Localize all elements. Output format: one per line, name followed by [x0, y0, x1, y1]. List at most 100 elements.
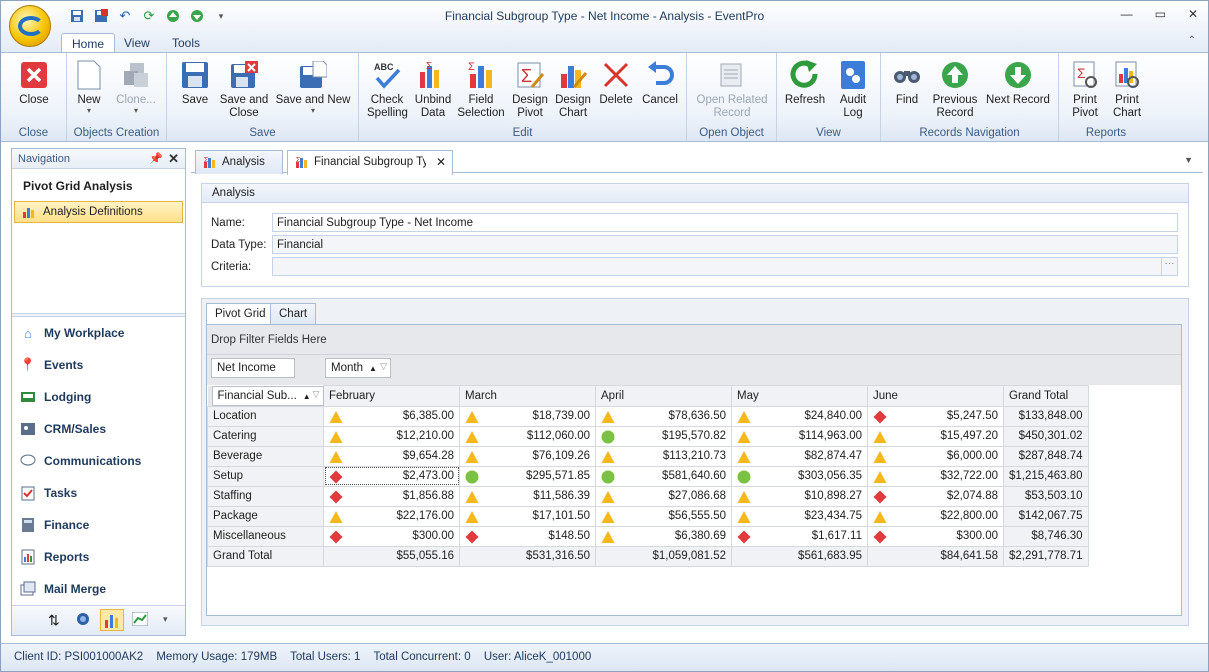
check-spelling-button[interactable]: ABC Check Spelling	[367, 59, 408, 120]
cancel-button[interactable]: Cancel	[639, 59, 681, 107]
nav-item-mail-merge[interactable]: Mail Merge	[20, 578, 106, 600]
grand-total-label[interactable]: Grand Total	[207, 545, 324, 567]
nav-item-events[interactable]: 📍 Events	[20, 354, 83, 376]
print-chart-button[interactable]: Print Chart	[1107, 59, 1147, 120]
column-header[interactable]: April	[595, 385, 732, 407]
grand-total-cell[interactable]: $2,291,778.71	[1003, 545, 1089, 567]
column-header[interactable]: March	[459, 385, 596, 407]
close-window-icon[interactable]: ✕	[1188, 7, 1198, 21]
nav-item-communications[interactable]: Communications	[20, 450, 141, 472]
pivot-cell[interactable]: $6,385.00	[323, 405, 460, 427]
previous-record-button[interactable]: Previous Record	[931, 59, 979, 120]
delete-button[interactable]: Delete	[597, 59, 635, 107]
pivot-cell[interactable]: $10,898.27	[731, 485, 868, 507]
filter-icon[interactable]: ▽	[380, 361, 387, 372]
splitter[interactable]	[12, 313, 185, 317]
pivot-cell[interactable]: $581,640.60	[595, 465, 732, 487]
pivot-cell[interactable]: $23,434.75	[731, 505, 868, 527]
row-header[interactable]: Miscellaneous	[207, 525, 324, 547]
next-record-button[interactable]: Next Record	[983, 59, 1053, 107]
tab-pivot-grid[interactable]: Pivot Grid	[206, 303, 275, 325]
tab-list-dropdown-icon[interactable]: ▼	[1184, 155, 1193, 165]
pivot-cell[interactable]: $5,247.50	[867, 405, 1004, 427]
row-field-financial-subgroup[interactable]: Financial Sub... ▲ ▽	[211, 385, 324, 406]
filter-drop-area[interactable]: Drop Filter Fields Here	[207, 325, 1181, 355]
doc-tab-analysis[interactable]: Σ Analysis	[195, 150, 283, 174]
design-chart-button[interactable]: Design Chart	[553, 59, 593, 120]
row-grand-total[interactable]: $287,848.74	[1003, 445, 1089, 467]
nav-item-tasks[interactable]: Tasks	[20, 482, 77, 504]
pivot-cell[interactable]: $2,074.88	[867, 485, 1004, 507]
pivot-cell[interactable]: $6,380.69	[595, 525, 732, 547]
pivot-cell[interactable]: $114,963.00	[731, 425, 868, 447]
pivot-cell[interactable]: $76,109.26	[459, 445, 596, 467]
pivot-cell[interactable]: $12,210.00	[323, 425, 460, 447]
row-grand-total[interactable]: $53,503.10	[1003, 485, 1089, 507]
nav-item-analysis-definitions[interactable]: Analysis Definitions	[14, 201, 183, 223]
pivot-cell[interactable]: $1,856.88	[323, 485, 460, 507]
pivot-cell[interactable]: $22,800.00	[867, 505, 1004, 527]
column-header[interactable]: Grand Total	[1003, 385, 1089, 407]
grand-total-cell[interactable]: $561,683.95	[731, 545, 868, 567]
pivot-cell[interactable]: $148.50	[459, 525, 596, 547]
design-pivot-button[interactable]: Σ Design Pivot	[509, 59, 551, 120]
column-header[interactable]: February	[323, 385, 460, 407]
column-header[interactable]: May	[731, 385, 868, 407]
nav-item-lodging[interactable]: Lodging	[20, 386, 91, 408]
new-button[interactable]: New ▾	[71, 59, 107, 115]
grand-total-cell[interactable]: $84,641.58	[867, 545, 1004, 567]
line-chart-icon[interactable]	[131, 611, 149, 629]
pivot-cell[interactable]: $22,176.00	[323, 505, 460, 527]
nav-item-crm-sales[interactable]: CRM/Sales	[20, 418, 106, 440]
save-and-new-button[interactable]: Save and New ▾	[275, 59, 351, 115]
grand-total-cell[interactable]: $55,055.16	[323, 545, 460, 567]
grand-total-cell[interactable]: $1,059,081.52	[595, 545, 732, 567]
row-header[interactable]: Catering	[207, 425, 324, 447]
pivot-cell[interactable]: $113,210.73	[595, 445, 732, 467]
pivot-cell[interactable]: $300.00	[867, 525, 1004, 547]
tab-tools[interactable]: Tools	[162, 33, 210, 53]
pivot-cell[interactable]: $15,497.20	[867, 425, 1004, 447]
data-field-net-income[interactable]: Net Income	[211, 358, 295, 378]
datatype-field[interactable]: Financial	[272, 235, 1178, 254]
doc-tab-financial-subgroup-type[interactable]: Σ Financial Subgroup Type ✕	[287, 150, 453, 175]
tab-home[interactable]: Home	[61, 33, 116, 53]
pivot-cell[interactable]: $56,555.50	[595, 505, 732, 527]
pivot-cell[interactable]: $195,570.82	[595, 425, 732, 447]
row-grand-total[interactable]: $142,067.75	[1003, 505, 1089, 527]
print-pivot-button[interactable]: Σ Print Pivot	[1065, 59, 1105, 120]
tab-view[interactable]: View	[114, 33, 160, 53]
grand-total-cell[interactable]: $531,316.50	[459, 545, 596, 567]
globe-icon[interactable]	[76, 612, 90, 629]
overflow-menu-icon[interactable]: ▾	[163, 614, 168, 625]
pivot-cell[interactable]: $2,473.00	[323, 465, 460, 487]
row-header[interactable]: Package	[207, 505, 324, 527]
pivot-cell[interactable]: $32,722.00	[867, 465, 1004, 487]
row-header[interactable]: Setup	[207, 465, 324, 487]
criteria-field[interactable]: ···	[272, 257, 1178, 276]
sort-arrows-icon[interactable]: ⇅	[48, 612, 60, 629]
maximize-icon[interactable]: ▭	[1155, 7, 1166, 21]
pivot-cell[interactable]: $82,874.47	[731, 445, 868, 467]
find-button[interactable]: Find	[887, 59, 927, 107]
ribbon-collapse-icon[interactable]: ⌃	[1188, 35, 1196, 46]
row-grand-total[interactable]: $450,301.02	[1003, 425, 1089, 447]
row-grand-total[interactable]: $8,746.30	[1003, 525, 1089, 547]
save-button[interactable]: Save	[175, 59, 215, 107]
pivot-cell[interactable]: $303,056.35	[731, 465, 868, 487]
pin-icon[interactable]: 📌	[149, 152, 163, 165]
row-header[interactable]: Beverage	[207, 445, 324, 467]
nav-item-reports[interactable]: Reports	[20, 546, 89, 568]
tab-chart[interactable]: Chart	[270, 303, 317, 324]
pivot-analysis-icon[interactable]	[100, 609, 124, 631]
field-selection-button[interactable]: Σ Field Selection	[457, 59, 505, 120]
pivot-cell[interactable]: $9,654.28	[323, 445, 460, 467]
minimize-icon[interactable]: —	[1121, 7, 1133, 21]
ellipsis-button[interactable]: ···	[1161, 258, 1177, 275]
pivot-cell[interactable]: $17,101.50	[459, 505, 596, 527]
pivot-cell[interactable]: $295,571.85	[459, 465, 596, 487]
filter-icon[interactable]: ▽	[313, 389, 320, 400]
pivot-cell[interactable]: $112,060.00	[459, 425, 596, 447]
row-grand-total[interactable]: $133,848.00	[1003, 405, 1089, 427]
pivot-cell[interactable]: $24,840.00	[731, 405, 868, 427]
